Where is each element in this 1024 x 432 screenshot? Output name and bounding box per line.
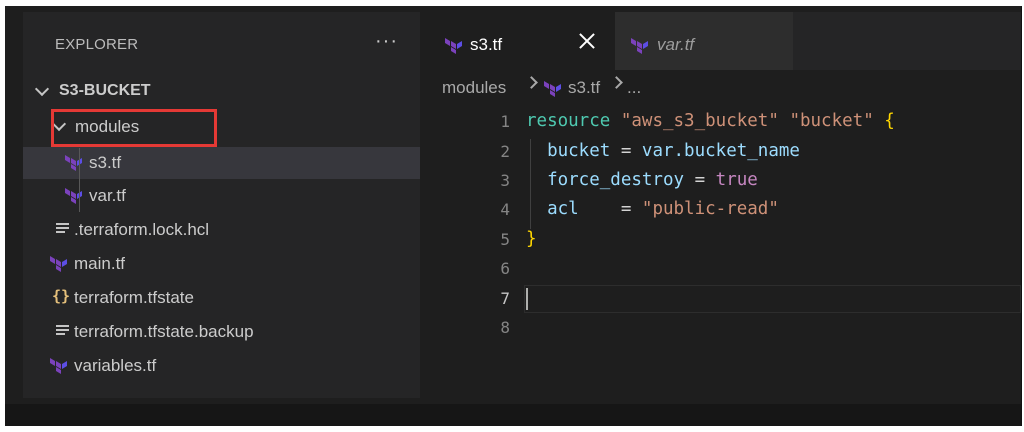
attribute-token: bucket	[547, 141, 611, 161]
tree-item-main-tf[interactable]: main.tf	[23, 248, 420, 280]
tree-item-label: variables.tf	[74, 356, 157, 375]
string-token: "bucket"	[789, 111, 874, 131]
file-lines-icon	[56, 325, 69, 339]
chevron-right-icon	[610, 76, 623, 89]
code-line-5: }	[526, 229, 537, 249]
terraform-icon	[544, 81, 561, 97]
current-line-highlight	[524, 285, 1021, 313]
tree-item-variables-tf[interactable]: variables.tf	[23, 350, 420, 382]
line-number: 6	[500, 259, 510, 278]
tree-item-terraform-lock[interactable]: .terraform.lock.hcl	[23, 214, 420, 246]
chevron-right-icon	[525, 76, 538, 89]
operator-token: =	[578, 199, 642, 219]
tree-item-s3-tf[interactable]: s3.tf	[23, 147, 420, 179]
tree-item-label: s3.tf	[89, 153, 122, 172]
code-line-3: force_destroy = true	[526, 170, 758, 190]
breadcrumb-file[interactable]: s3.tf	[568, 78, 600, 98]
tree-item-label: var.tf	[89, 186, 126, 205]
line-number: 8	[500, 318, 510, 337]
tree-item-tfstate-backup[interactable]: terraform.tfstate.backup	[23, 316, 420, 348]
value-token: "public-read"	[641, 199, 779, 219]
tab-var-tf[interactable]: var.tf	[615, 12, 793, 70]
terraform-icon	[50, 256, 67, 272]
code-line-4: acl = "public-read"	[526, 199, 779, 219]
brace-token: }	[526, 229, 537, 249]
code-line-2: bucket = var.bucket_name	[526, 141, 800, 161]
explorer-title: EXPLORER	[55, 36, 139, 53]
terraform-icon	[65, 188, 82, 204]
breadcrumb-more[interactable]: ...	[627, 78, 641, 98]
tree-item-label: terraform.tfstate	[74, 288, 194, 307]
terraform-icon	[50, 358, 67, 374]
tree-item-label: main.tf	[74, 254, 126, 273]
tab-s3-tf[interactable]: s3.tf	[420, 12, 615, 70]
line-number: 2	[500, 142, 510, 161]
vscode-window: EXPLORER ··· S3-BUCKET modules s3.tf var…	[5, 6, 1022, 426]
terraform-icon	[631, 38, 648, 54]
line-number: 5	[500, 230, 510, 249]
json-braces-icon: {}	[52, 287, 71, 305]
explorer-header: EXPLORER ···	[23, 12, 420, 76]
terraform-icon	[65, 155, 82, 171]
value-token: var.bucket_name	[641, 141, 800, 161]
string-token: "aws_s3_bucket"	[620, 111, 779, 131]
code-line-1: resource "aws_s3_bucket" "bucket" {	[526, 111, 895, 131]
breadcrumb-folder[interactable]: modules	[442, 78, 506, 98]
ellipsis-icon[interactable]: ···	[375, 30, 398, 53]
operator-token: =	[684, 170, 716, 190]
folder-row-s3-bucket[interactable]: S3-BUCKET	[23, 76, 420, 108]
line-number-current: 7	[500, 289, 510, 308]
tree-item-var-tf[interactable]: var.tf	[23, 180, 420, 212]
keyword-token: resource	[526, 111, 611, 131]
annotation-highlight-box	[51, 109, 217, 147]
tab-label: s3.tf	[470, 35, 503, 54]
text-cursor	[526, 288, 528, 310]
attribute-token: force_destroy	[547, 170, 685, 190]
code-editor[interactable]: 1 2 3 4 5 6 7 8 resource "aws_s3_bucket"…	[420, 106, 1021, 346]
tab-bar: s3.tf var.tf	[420, 12, 1021, 70]
operator-token: =	[610, 141, 642, 161]
tree-indent-guide	[79, 148, 80, 212]
chevron-down-icon	[34, 81, 50, 97]
brace-token: {	[884, 111, 895, 131]
tree-item-label: terraform.tfstate.backup	[74, 322, 254, 341]
tree-item-label: .terraform.lock.hcl	[74, 220, 210, 239]
value-token: true	[715, 170, 758, 190]
attribute-token: acl	[547, 199, 579, 219]
line-number: 1	[500, 112, 510, 131]
line-number: 3	[500, 171, 510, 190]
terraform-icon	[445, 38, 462, 54]
file-lines-icon	[56, 223, 69, 237]
explorer-sidebar: EXPLORER ··· S3-BUCKET modules s3.tf var…	[23, 12, 420, 398]
tree-item-terraform-tfstate[interactable]: {} terraform.tfstate	[23, 282, 420, 314]
folder-label: S3-BUCKET	[59, 82, 151, 99]
bottom-strip	[5, 404, 1021, 426]
line-number: 4	[500, 200, 510, 219]
tab-label: var.tf	[657, 35, 695, 54]
close-icon[interactable]	[575, 29, 599, 53]
